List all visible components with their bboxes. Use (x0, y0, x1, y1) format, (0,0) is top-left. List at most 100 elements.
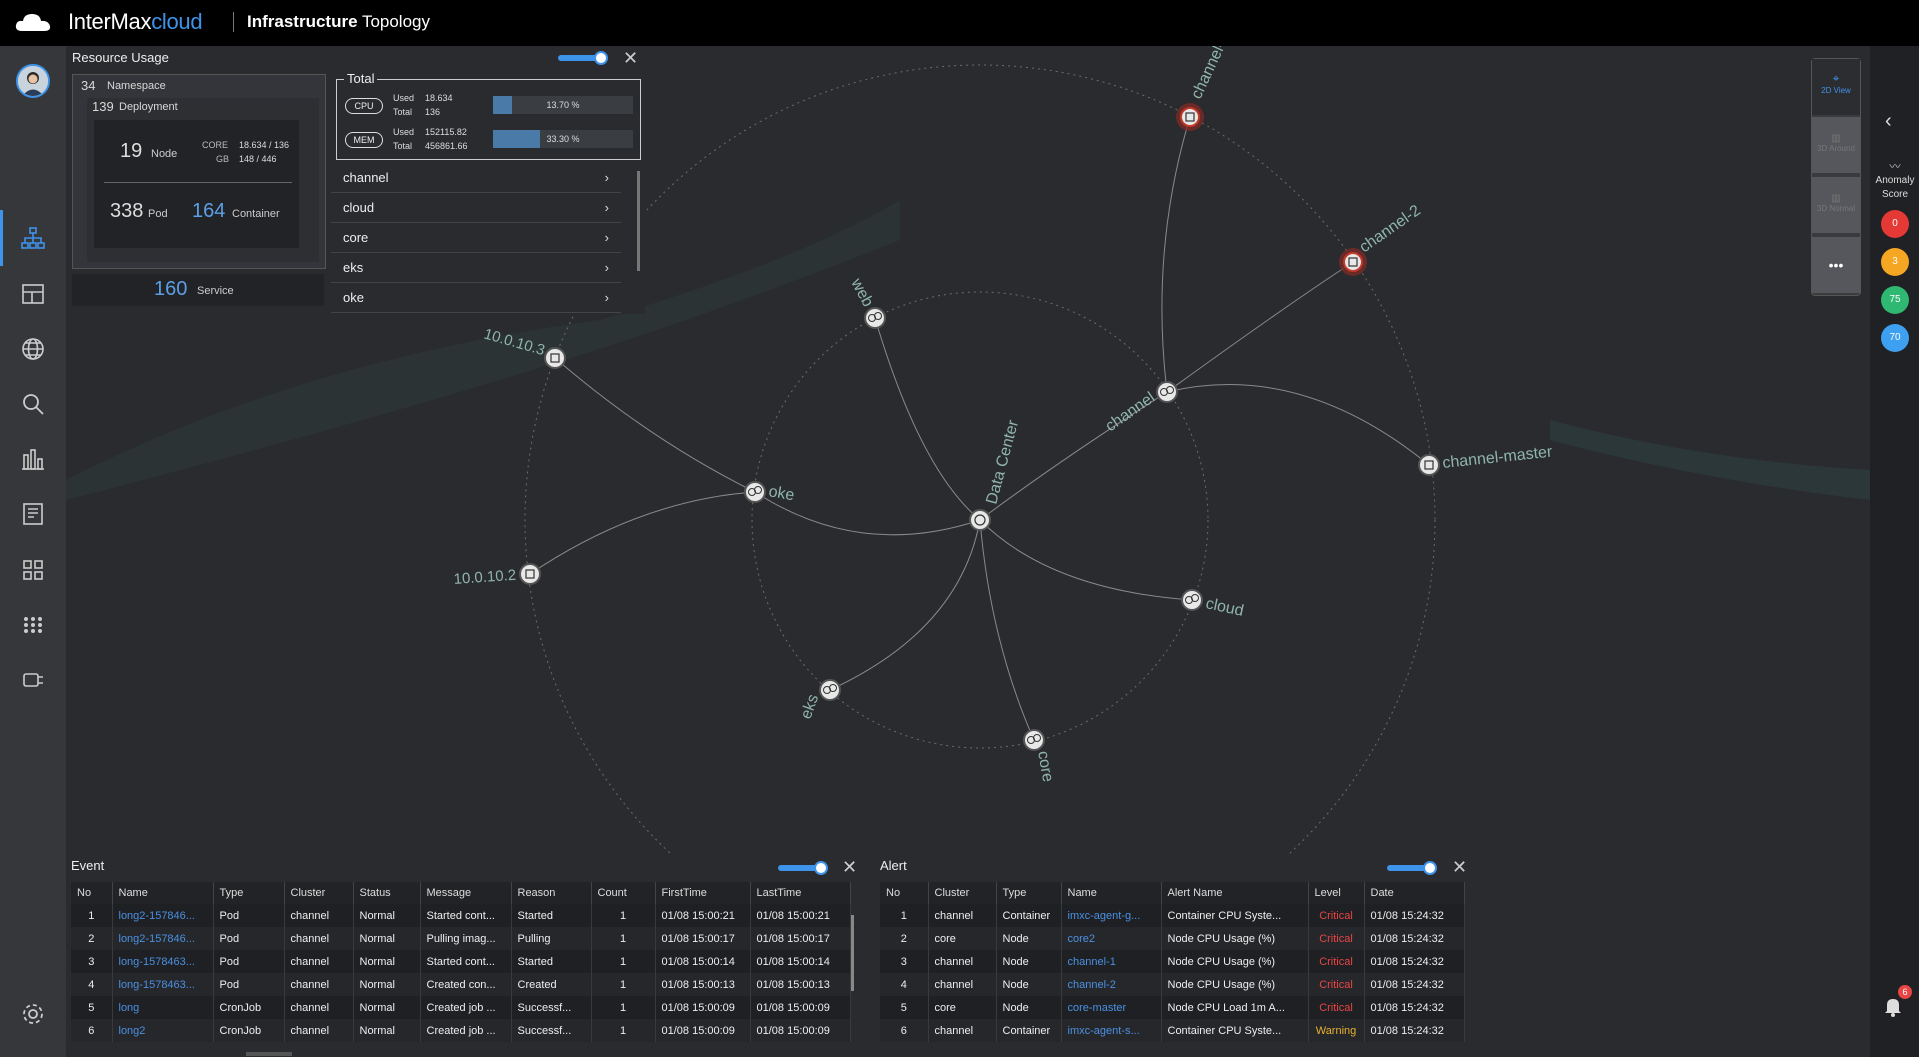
topology-node-eks[interactable]: eks (798, 679, 841, 721)
event-cell-message: Started cont... (420, 950, 512, 973)
nav-topology-button[interactable] (0, 210, 47, 266)
event-cell-name[interactable]: long (112, 996, 214, 1019)
view-2d-button[interactable]: ⌖ 2D View (1812, 59, 1860, 115)
nav-search-button[interactable] (19, 390, 47, 418)
nav-plugin-button[interactable] (19, 666, 47, 694)
alert-cell-name[interactable]: core2 (1061, 927, 1162, 950)
alert-col-no[interactable]: No (880, 882, 929, 904)
page-horizontal-scrollbar[interactable] (246, 1052, 292, 1056)
topology-node-channel-master[interactable]: channel-master (1418, 443, 1554, 476)
event-cell-name[interactable]: long2 (112, 1019, 214, 1042)
event-close-button[interactable]: ✕ (842, 857, 857, 878)
alert-cell-name[interactable]: imxc-agent-g... (1061, 904, 1162, 927)
topology-node-core[interactable]: core (1023, 729, 1056, 783)
cluster-item-oke[interactable]: oke › (331, 283, 621, 313)
link-dc-cloud (979, 519, 1193, 601)
alert-col-alertname[interactable]: Alert Name (1161, 882, 1309, 904)
event-cell-no: 3 (71, 950, 113, 973)
nav-settings-button[interactable] (19, 1000, 47, 1028)
alert-table-row[interactable]: 1 channel Container imxc-agent-g... Containe… (880, 904, 1465, 927)
link-oke-node3 (554, 357, 756, 493)
node-label-oke: oke (767, 483, 795, 504)
event-cell-name[interactable]: long-1578463... (112, 973, 214, 996)
event-col-name[interactable]: Name (112, 882, 214, 904)
event-col-no[interactable]: No (71, 882, 113, 904)
anomaly-score-critical[interactable]: 0 (1881, 210, 1909, 238)
user-avatar[interactable] (16, 64, 50, 98)
page-title-rest: Topology (357, 12, 430, 31)
nav-chart-button[interactable] (19, 445, 47, 473)
cluster-item-channel[interactable]: channel › (331, 163, 621, 193)
alert-cell-date: 01/08 15:24:32 (1364, 927, 1465, 950)
nav-apps-button[interactable] (19, 611, 47, 639)
alert-cell-cluster: core (928, 996, 997, 1019)
view-3d-normal-button[interactable]: ▥ 3D Normal (1812, 177, 1860, 233)
topology-node-channel-1[interactable]: channel-1 (1176, 46, 1233, 131)
alert-table-row[interactable]: 3 channel Node channel-1 Node CPU Usage (%) C… (880, 950, 1465, 973)
topology-node-web[interactable]: web (847, 275, 886, 329)
event-table-row[interactable]: 2 long2-157846... Pod channel Normal Pulling … (71, 927, 851, 950)
nav-report-button[interactable] (19, 500, 47, 528)
cluster-item-core[interactable]: core › (331, 223, 621, 253)
cluster-item-eks[interactable]: eks › (331, 253, 621, 283)
alert-table-row[interactable]: 2 core Node core2 Node CPU Usage (%) Critical… (880, 927, 1465, 950)
event-cell-firsttime: 01/08 15:00:14 (655, 950, 751, 973)
topology-node-cloud[interactable]: cloud (1181, 589, 1245, 620)
alert-cell-name[interactable]: channel-1 (1061, 950, 1162, 973)
nav-globe-button[interactable] (19, 335, 47, 363)
topology-node-channel[interactable]: channel (1103, 381, 1178, 435)
event-table-row[interactable]: 3 long-1578463... Pod channel Normal Started … (71, 950, 851, 973)
event-col-type[interactable]: Type (213, 882, 285, 904)
alert-col-level[interactable]: Level (1308, 882, 1365, 904)
alert-cell-name[interactable]: core-master (1061, 996, 1162, 1019)
event-cell-name[interactable]: long-1578463... (112, 950, 214, 973)
bell-icon[interactable] (1882, 995, 1904, 1017)
resource-close-button[interactable]: ✕ (623, 48, 638, 69)
alert-cell-name[interactable]: imxc-agent-s... (1061, 1019, 1162, 1042)
topology-node-channel-2[interactable]: channel-2 (1339, 202, 1424, 276)
cluster-list-scrollbar[interactable] (637, 171, 640, 271)
alert-col-date[interactable]: Date (1364, 882, 1465, 904)
event-table-row[interactable]: 6 long2 CronJob channel Normal Created job ..… (71, 1019, 851, 1042)
mem-usage-percent: 33.30 % (546, 134, 580, 144)
collapse-panel-button[interactable]: ‹ (1885, 110, 1892, 133)
event-col-cluster[interactable]: Cluster (284, 882, 354, 904)
alert-table-row[interactable]: 5 core Node core-master Node CPU Load 1m A..… (880, 996, 1465, 1019)
alert-opacity-slider[interactable] (1387, 861, 1437, 875)
more-options-button[interactable]: ••• (1812, 237, 1860, 293)
event-col-lasttime[interactable]: LastTime (750, 882, 851, 904)
view-3d-around-button[interactable]: ▥ 3D Around (1812, 117, 1860, 173)
event-col-message[interactable]: Message (420, 882, 512, 904)
event-table-row[interactable]: 5 long CronJob channel Normal Created job ...… (71, 996, 851, 1019)
nav-dashboard-button[interactable] (19, 280, 47, 308)
event-col-reason[interactable]: Reason (511, 882, 592, 904)
alert-col-type[interactable]: Type (996, 882, 1062, 904)
event-panel: Event ✕ No Name Type Cluster Status Mess… (66, 855, 866, 1057)
event-cell-name[interactable]: long2-157846... (112, 904, 214, 927)
alert-col-cluster[interactable]: Cluster (928, 882, 997, 904)
resource-opacity-slider[interactable] (558, 51, 608, 65)
nav-grid-button[interactable] (19, 556, 47, 584)
anomaly-score-normal[interactable]: 75 (1881, 286, 1909, 314)
event-col-count[interactable]: Count (591, 882, 656, 904)
event-cell-count: 1 (591, 973, 656, 996)
anomaly-score-info[interactable]: 70 (1881, 324, 1909, 352)
event-table-row[interactable]: 4 long-1578463... Pod channel Normal Created … (71, 973, 851, 996)
alert-close-button[interactable]: ✕ (1452, 857, 1467, 878)
topology-node-10-0-10-2[interactable]: 10.0.10.2 (453, 563, 541, 588)
topology-node-datacenter[interactable]: Data Center (969, 418, 1022, 531)
event-opacity-slider[interactable] (778, 861, 828, 875)
alert-cell-name[interactable]: channel-2 (1061, 973, 1162, 996)
cluster-item-cloud[interactable]: cloud › (331, 193, 621, 223)
alert-table-row[interactable]: 4 channel Node channel-2 Node CPU Usage (%) C… (880, 973, 1465, 996)
event-cell-name[interactable]: long2-157846... (112, 927, 214, 950)
event-table-scrollbar[interactable] (851, 915, 854, 991)
node-label-eks: eks (798, 692, 822, 721)
alert-table-row[interactable]: 6 channel Container imxc-agent-s... Containe… (880, 1019, 1465, 1042)
alert-col-name[interactable]: Name (1061, 882, 1162, 904)
event-table-row[interactable]: 1 long2-157846... Pod channel Normal Started … (71, 904, 851, 927)
brand-logo[interactable]: InterMaxcloud (68, 9, 203, 35)
event-col-status[interactable]: Status (353, 882, 421, 904)
anomaly-score-warning[interactable]: 3 (1881, 248, 1909, 276)
event-col-firsttime[interactable]: FirstTime (655, 882, 751, 904)
